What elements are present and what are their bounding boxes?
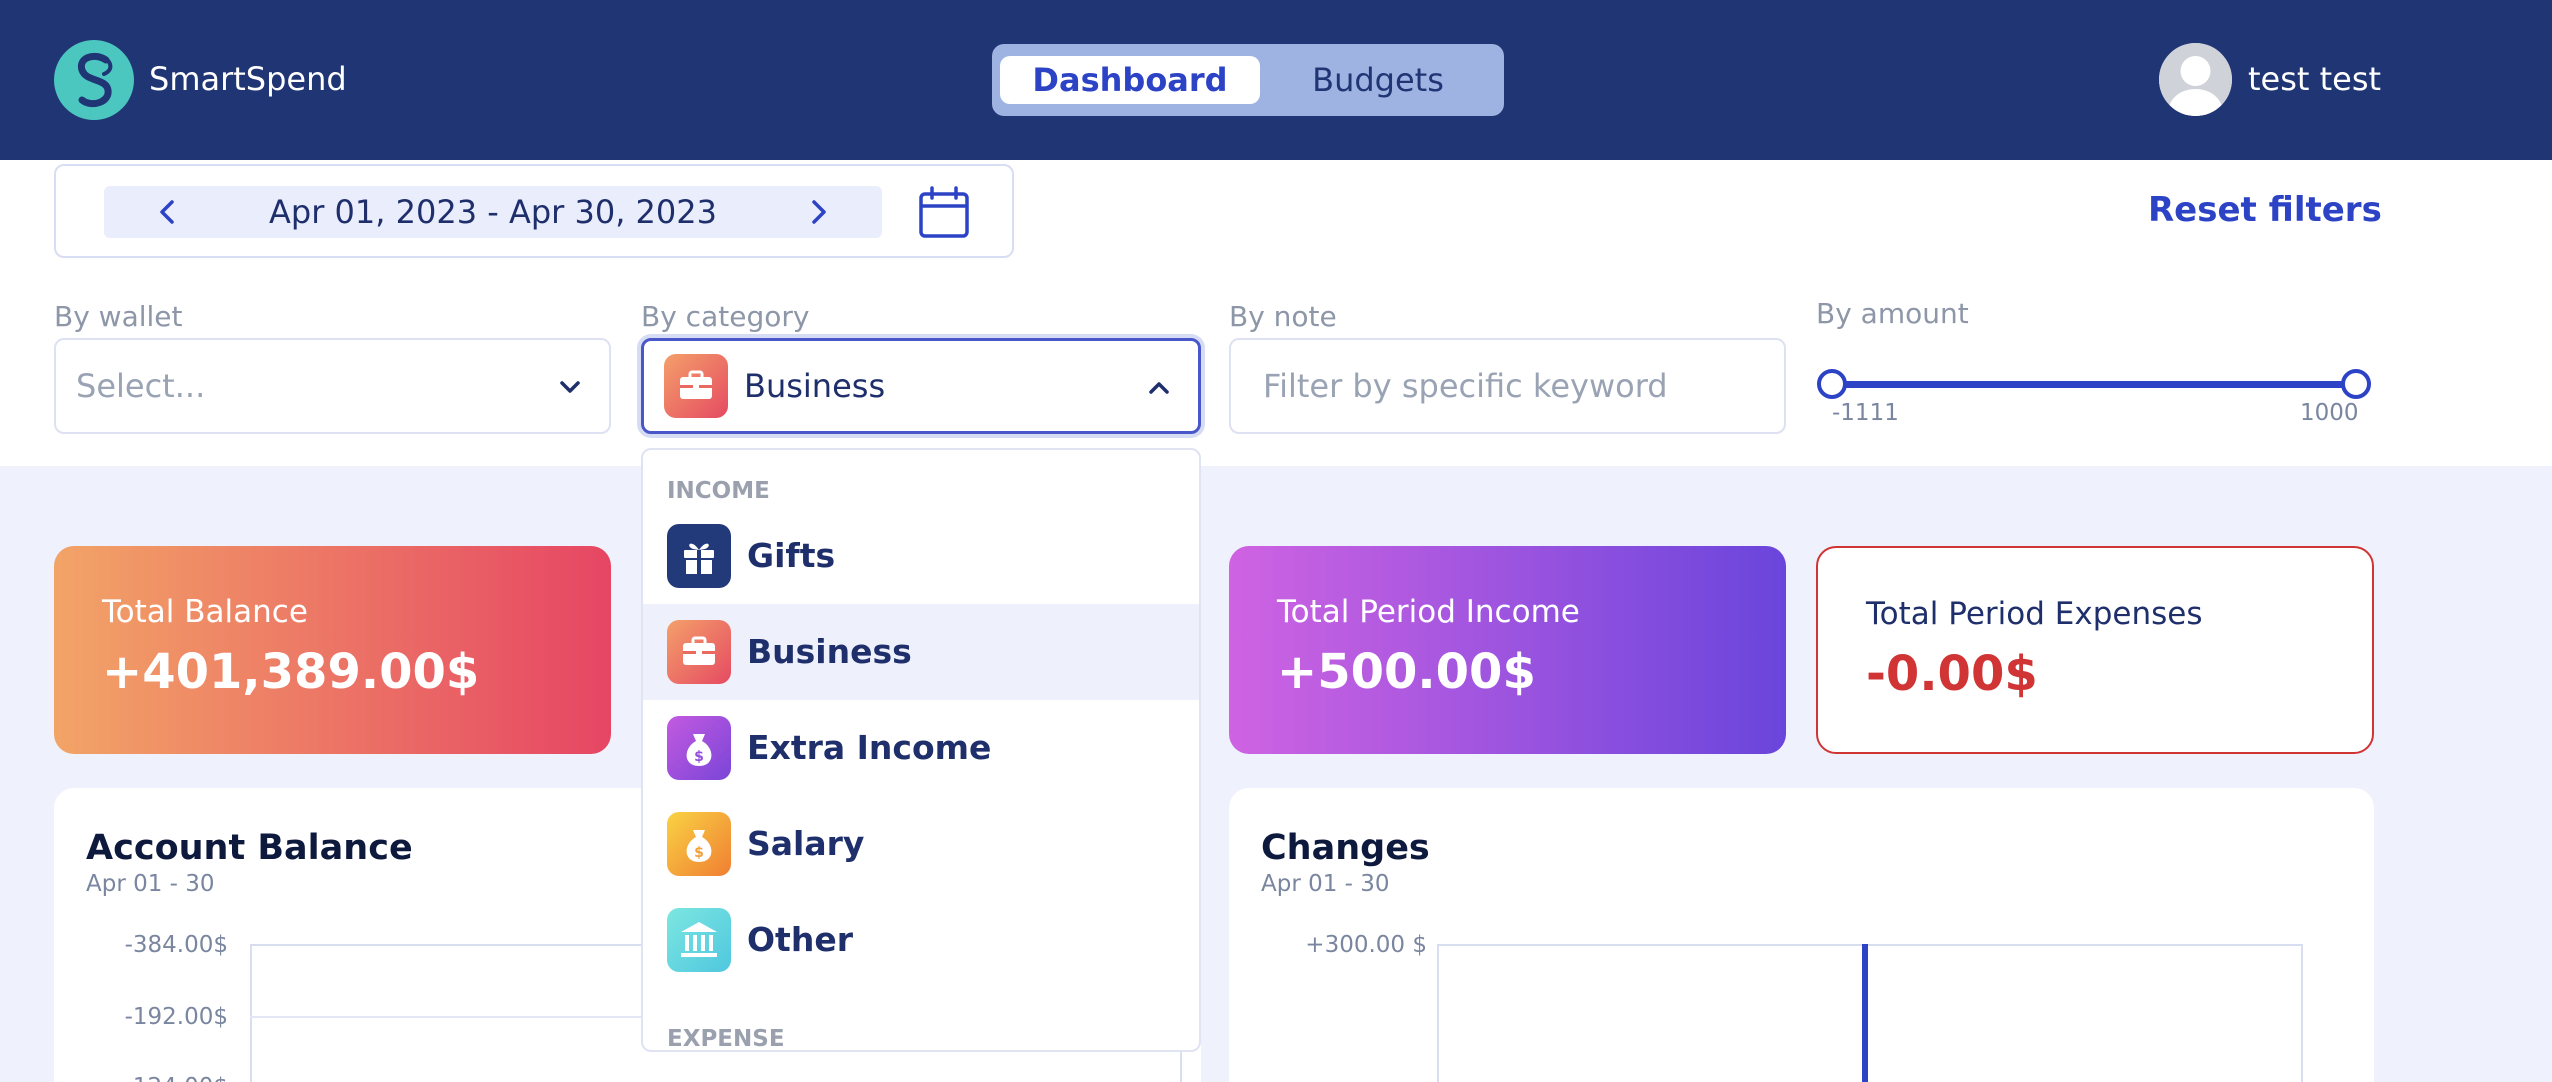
card-title: Total Period Income — [1277, 594, 1580, 630]
card-value: -0.00$ — [1866, 646, 2038, 702]
changes-panel: Changes Apr 01 - 30 +300.00 $ — [1229, 788, 2374, 1082]
dropdown-group-label: INCOME — [667, 478, 770, 504]
panel-subtitle: Apr 01 - 30 — [86, 871, 215, 897]
option-label: Salary — [747, 824, 865, 863]
income-change-bar — [1862, 944, 1868, 1082]
briefcase-icon — [664, 354, 728, 418]
category-option-salary[interactable]: $ Salary — [643, 796, 1199, 892]
y-tick-label: +300.00 $ — [1305, 932, 1427, 958]
category-filter-label: By category — [641, 300, 810, 333]
option-label: Gifts — [747, 536, 836, 575]
chevron-up-icon — [1142, 371, 1176, 405]
panel-title: Account Balance — [86, 828, 413, 868]
money-bag-icon: $ — [667, 716, 731, 780]
category-option-extra-income[interactable]: $ Extra Income — [643, 700, 1199, 796]
panel-title: Changes — [1261, 828, 1430, 868]
wallet-select-placeholder: Select... — [76, 367, 206, 405]
card-title: Total Balance — [102, 594, 308, 630]
date-range-picker: Apr 01, 2023 - Apr 30, 2023 — [54, 164, 1014, 258]
brand-name[interactable]: SmartSpend — [149, 60, 347, 98]
date-range-pill: Apr 01, 2023 - Apr 30, 2023 — [104, 186, 882, 238]
card-value: +500.00$ — [1277, 644, 1536, 700]
dropdown-group-label: EXPENSE — [667, 1026, 785, 1052]
svg-text:$: $ — [694, 749, 704, 765]
gift-icon — [667, 524, 731, 588]
category-select[interactable]: Business — [641, 338, 1201, 434]
tab-dashboard[interactable]: Dashboard — [1000, 56, 1260, 104]
amount-filter-label: By amount — [1816, 297, 1969, 330]
filter-bar: Apr 01, 2023 - Apr 30, 2023 Reset filter… — [0, 160, 2552, 466]
option-label: Extra Income — [747, 728, 992, 767]
wallet-select[interactable]: Select... — [54, 338, 611, 434]
card-value: +401,389.00$ — [102, 644, 480, 700]
avatar[interactable] — [2159, 43, 2232, 116]
total-period-expenses-card: Total Period Expenses -0.00$ — [1816, 546, 2374, 754]
top-header: SmartSpend Dashboard Budgets test test — [0, 0, 2552, 160]
note-filter-input[interactable]: Filter by specific keyword — [1229, 338, 1786, 434]
next-period-chevron-right-icon[interactable] — [800, 194, 836, 230]
bank-icon — [667, 908, 731, 972]
option-label: Other — [747, 920, 853, 959]
card-title: Total Period Expenses — [1866, 596, 2203, 632]
calendar-icon[interactable] — [916, 184, 972, 240]
category-select-value: Business — [744, 367, 886, 405]
briefcase-icon — [667, 620, 731, 684]
amount-max-value: 1000 — [2300, 400, 2359, 426]
amount-max-handle[interactable] — [2341, 369, 2371, 399]
y-tick-label: -124.00$ — [94, 1074, 228, 1082]
category-dropdown-menu: INCOME Gifts Business $ Extra Income $ S… — [641, 448, 1201, 1052]
y-tick-label: -384.00$ — [124, 932, 228, 958]
chevron-down-icon — [553, 370, 587, 404]
option-label: Business — [747, 632, 912, 671]
changes-plot-area — [1437, 944, 2303, 1082]
category-option-other[interactable]: Other — [643, 892, 1199, 988]
tab-budgets[interactable]: Budgets — [1260, 56, 1496, 104]
amount-range-slider[interactable] — [1832, 381, 2356, 388]
money-bag-icon: $ — [667, 812, 731, 876]
wallet-filter-label: By wallet — [54, 300, 183, 333]
amount-min-value: -1111 — [1832, 400, 1899, 426]
main-nav: Dashboard Budgets — [992, 44, 1504, 116]
category-option-gifts[interactable]: Gifts — [643, 508, 1199, 604]
smartspend-logo-icon[interactable] — [54, 40, 134, 120]
category-option-business[interactable]: Business — [643, 604, 1199, 700]
note-filter-placeholder: Filter by specific keyword — [1263, 367, 1668, 405]
total-balance-card: Total Balance +401,389.00$ — [54, 546, 611, 754]
reset-filters-button[interactable]: Reset filters — [2148, 190, 2382, 230]
date-range-text: Apr 01, 2023 - Apr 30, 2023 — [269, 193, 717, 231]
user-name[interactable]: test test — [2248, 60, 2381, 98]
svg-text:$: $ — [694, 845, 704, 861]
amount-min-handle[interactable] — [1817, 369, 1847, 399]
panel-subtitle: Apr 01 - 30 — [1261, 871, 1390, 897]
y-tick-label: -192.00$ — [124, 1004, 228, 1030]
total-period-income-card: Total Period Income +500.00$ — [1229, 546, 1786, 754]
note-filter-label: By note — [1229, 300, 1337, 333]
